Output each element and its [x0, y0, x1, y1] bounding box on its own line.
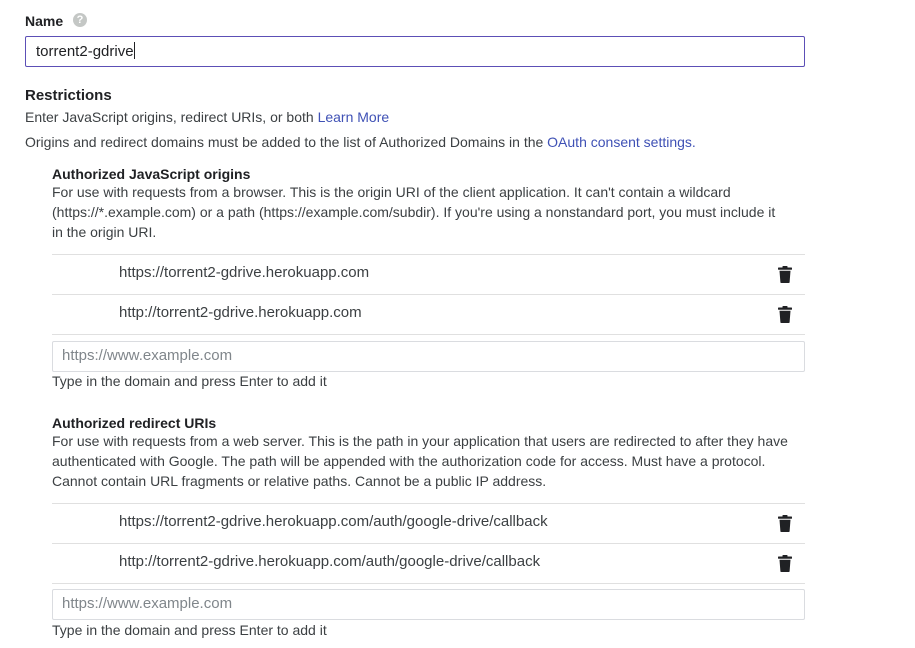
js-origins-desc-line: in the origin URI. — [52, 224, 157, 240]
origins-note-text: Origins and redirect domains must be add… — [25, 134, 544, 150]
trash-icon[interactable] — [778, 306, 792, 323]
js-origin-hint: Type in the domain and press Enter to ad… — [52, 373, 327, 389]
name-label: Name — [25, 13, 64, 29]
redirect-uri-input[interactable]: https://www.example.com — [52, 589, 805, 620]
list-item: http://torrent2-gdrive.herokuapp.com — [52, 295, 805, 335]
trash-icon[interactable] — [778, 515, 792, 532]
origin-uri: http://torrent2-gdrive.herokuapp.com — [119, 304, 362, 321]
oauth-consent-link[interactable]: OAuth consent settings. — [547, 134, 696, 150]
redirect-uris-description: For use with requests from a web server.… — [52, 431, 788, 491]
js-origins-title: Authorized JavaScript origins — [52, 166, 251, 182]
authorized-domains-note: Origins and redirect domains must be add… — [25, 132, 696, 152]
redirect-uri: https://torrent2-gdrive.herokuapp.com/au… — [119, 513, 548, 530]
name-input[interactable]: torrent2-gdrive — [25, 36, 805, 67]
restrictions-heading: Restrictions — [25, 87, 112, 104]
redirect-uri: http://torrent2-gdrive.herokuapp.com/aut… — [119, 553, 541, 570]
learn-more-link[interactable]: Learn More — [318, 109, 390, 125]
redirect-uris-list: https://torrent2-gdrive.herokuapp.com/au… — [52, 503, 805, 584]
js-origins-list: https://torrent2-gdrive.herokuapp.com ht… — [52, 254, 805, 335]
origin-uri: https://torrent2-gdrive.herokuapp.com — [119, 264, 370, 281]
restrictions-intro: Enter JavaScript origins, redirect URIs,… — [25, 109, 314, 125]
list-item: http://torrent2-gdrive.herokuapp.com/aut… — [52, 544, 805, 584]
name-input-value: torrent2-gdrive — [36, 43, 134, 60]
redirect-desc-line: For use with requests from a web server.… — [52, 433, 788, 449]
redirect-desc-line: Cannot contain URL fragments or relative… — [52, 473, 547, 489]
redirect-uri-hint: Type in the domain and press Enter to ad… — [52, 622, 327, 638]
js-origin-input[interactable]: https://www.example.com — [52, 341, 805, 372]
help-circle-icon[interactable]: ? — [73, 13, 87, 27]
text-caret — [133, 42, 135, 59]
js-origins-desc-line: (https://*.example.com) or a path (https… — [52, 204, 776, 220]
list-item: https://torrent2-gdrive.herokuapp.com/au… — [52, 504, 805, 544]
restrictions-intro-line: Enter JavaScript origins, redirect URIs,… — [25, 107, 389, 127]
trash-icon[interactable] — [778, 266, 792, 283]
trash-icon[interactable] — [778, 555, 792, 572]
redirect-uris-title: Authorized redirect URIs — [52, 415, 217, 431]
redirect-uri-input-placeholder: https://www.example.com — [62, 595, 233, 612]
js-origin-input-placeholder: https://www.example.com — [62, 347, 233, 364]
js-origins-desc-line: For use with requests from a browser. Th… — [52, 184, 731, 200]
list-item: https://torrent2-gdrive.herokuapp.com — [52, 255, 805, 295]
js-origins-description: For use with requests from a browser. Th… — [52, 182, 775, 242]
redirect-desc-line: authenticated with Google. The path will… — [52, 453, 766, 469]
